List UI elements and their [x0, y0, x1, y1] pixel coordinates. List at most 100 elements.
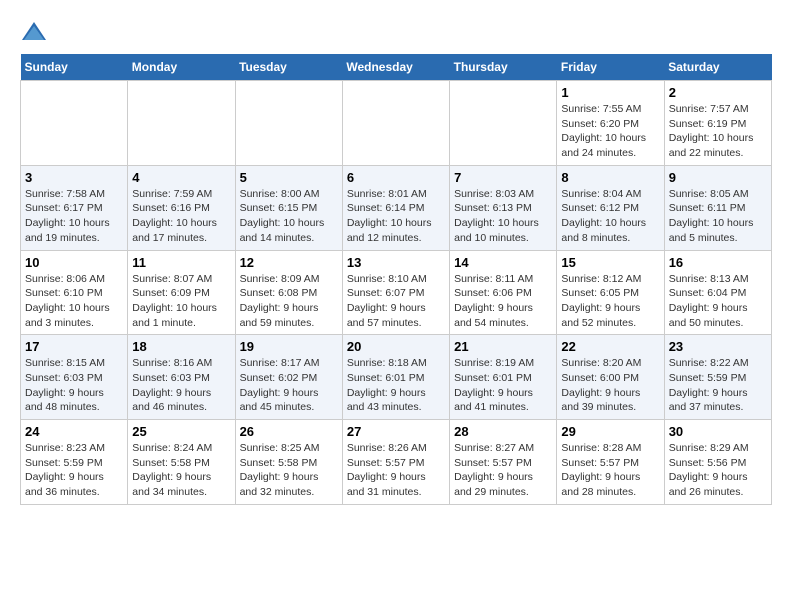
calendar-cell: 17 Sunrise: 8:15 AM Sunset: 6:03 PM Dayli…: [21, 335, 128, 420]
cell-content: Sunrise: 8:29 AM Sunset: 5:56 PM Dayligh…: [669, 441, 767, 500]
calendar-week-row: 17 Sunrise: 8:15 AM Sunset: 6:03 PM Dayli…: [21, 335, 772, 420]
calendar-week-row: 10 Sunrise: 8:06 AM Sunset: 6:10 PM Dayli…: [21, 250, 772, 335]
cell-content: Sunrise: 7:58 AM Sunset: 6:17 PM Dayligh…: [25, 187, 123, 246]
page-header: [20, 20, 772, 44]
cell-content: Sunrise: 8:13 AM Sunset: 6:04 PM Dayligh…: [669, 272, 767, 331]
cell-content: Sunrise: 8:01 AM Sunset: 6:14 PM Dayligh…: [347, 187, 445, 246]
cell-content: Sunrise: 8:04 AM Sunset: 6:12 PM Dayligh…: [561, 187, 659, 246]
calendar-cell: 2 Sunrise: 7:57 AM Sunset: 6:19 PM Daylig…: [664, 81, 771, 166]
day-number: 3: [25, 170, 123, 185]
calendar-cell: 21 Sunrise: 8:19 AM Sunset: 6:01 PM Dayli…: [450, 335, 557, 420]
day-number: 23: [669, 339, 767, 354]
cell-content: Sunrise: 8:19 AM Sunset: 6:01 PM Dayligh…: [454, 356, 552, 415]
cell-content: Sunrise: 8:06 AM Sunset: 6:10 PM Dayligh…: [25, 272, 123, 331]
weekday-header: Monday: [128, 54, 235, 81]
day-number: 18: [132, 339, 230, 354]
cell-content: Sunrise: 8:27 AM Sunset: 5:57 PM Dayligh…: [454, 441, 552, 500]
calendar-cell: 12 Sunrise: 8:09 AM Sunset: 6:08 PM Dayli…: [235, 250, 342, 335]
calendar-cell: 8 Sunrise: 8:04 AM Sunset: 6:12 PM Daylig…: [557, 165, 664, 250]
cell-content: Sunrise: 8:24 AM Sunset: 5:58 PM Dayligh…: [132, 441, 230, 500]
day-number: 16: [669, 255, 767, 270]
day-number: 14: [454, 255, 552, 270]
cell-content: Sunrise: 8:17 AM Sunset: 6:02 PM Dayligh…: [240, 356, 338, 415]
day-number: 8: [561, 170, 659, 185]
logo-icon: [20, 20, 48, 44]
day-number: 6: [347, 170, 445, 185]
day-number: 25: [132, 424, 230, 439]
calendar-cell: 10 Sunrise: 8:06 AM Sunset: 6:10 PM Dayli…: [21, 250, 128, 335]
calendar-cell: [128, 81, 235, 166]
calendar-cell: 6 Sunrise: 8:01 AM Sunset: 6:14 PM Daylig…: [342, 165, 449, 250]
weekday-header: Sunday: [21, 54, 128, 81]
calendar-cell: [21, 81, 128, 166]
cell-content: Sunrise: 8:26 AM Sunset: 5:57 PM Dayligh…: [347, 441, 445, 500]
calendar-cell: 29 Sunrise: 8:28 AM Sunset: 5:57 PM Dayli…: [557, 420, 664, 505]
day-number: 30: [669, 424, 767, 439]
day-number: 5: [240, 170, 338, 185]
calendar-cell: 13Sunrise: 8:10 AM Sunset: 6:07 PM Dayli…: [342, 250, 449, 335]
day-number: 26: [240, 424, 338, 439]
calendar-cell: [235, 81, 342, 166]
calendar-cell: 19 Sunrise: 8:17 AM Sunset: 6:02 PM Dayli…: [235, 335, 342, 420]
weekday-header-row: SundayMondayTuesdayWednesdayThursdayFrid…: [21, 54, 772, 81]
calendar-cell: 24Sunrise: 8:23 AM Sunset: 5:59 PM Dayli…: [21, 420, 128, 505]
day-number: 28: [454, 424, 552, 439]
calendar-cell: 26 Sunrise: 8:25 AM Sunset: 5:58 PM Dayli…: [235, 420, 342, 505]
calendar-cell: 7 Sunrise: 8:03 AM Sunset: 6:13 PM Daylig…: [450, 165, 557, 250]
calendar-cell: 25 Sunrise: 8:24 AM Sunset: 5:58 PM Dayli…: [128, 420, 235, 505]
calendar-week-row: 3 Sunrise: 7:58 AM Sunset: 6:17 PM Daylig…: [21, 165, 772, 250]
cell-content: Sunrise: 8:05 AM Sunset: 6:11 PM Dayligh…: [669, 187, 767, 246]
cell-content: Sunrise: 8:23 AM Sunset: 5:59 PM Dayligh…: [25, 441, 123, 500]
calendar-cell: 27Sunrise: 8:26 AM Sunset: 5:57 PM Dayli…: [342, 420, 449, 505]
weekday-header: Tuesday: [235, 54, 342, 81]
calendar-cell: 22Sunrise: 8:20 AM Sunset: 6:00 PM Dayli…: [557, 335, 664, 420]
calendar-cell: 15 Sunrise: 8:12 AM Sunset: 6:05 PM Dayli…: [557, 250, 664, 335]
cell-content: Sunrise: 8:03 AM Sunset: 6:13 PM Dayligh…: [454, 187, 552, 246]
calendar-cell: 18 Sunrise: 8:16 AM Sunset: 6:03 PM Dayli…: [128, 335, 235, 420]
cell-content: Sunrise: 7:59 AM Sunset: 6:16 PM Dayligh…: [132, 187, 230, 246]
calendar-cell: 14Sunrise: 8:11 AM Sunset: 6:06 PM Dayli…: [450, 250, 557, 335]
day-number: 2: [669, 85, 767, 100]
day-number: 11: [132, 255, 230, 270]
calendar-cell: 3 Sunrise: 7:58 AM Sunset: 6:17 PM Daylig…: [21, 165, 128, 250]
cell-content: Sunrise: 8:00 AM Sunset: 6:15 PM Dayligh…: [240, 187, 338, 246]
calendar-table: SundayMondayTuesdayWednesdayThursdayFrid…: [20, 54, 772, 505]
day-number: 10: [25, 255, 123, 270]
calendar-cell: 20Sunrise: 8:18 AM Sunset: 6:01 PM Dayli…: [342, 335, 449, 420]
calendar-cell: 11 Sunrise: 8:07 AM Sunset: 6:09 PM Dayli…: [128, 250, 235, 335]
weekday-header: Friday: [557, 54, 664, 81]
calendar-cell: [450, 81, 557, 166]
day-number: 29: [561, 424, 659, 439]
day-number: 12: [240, 255, 338, 270]
weekday-header: Wednesday: [342, 54, 449, 81]
calendar-cell: 9 Sunrise: 8:05 AM Sunset: 6:11 PM Daylig…: [664, 165, 771, 250]
calendar-cell: [342, 81, 449, 166]
day-number: 7: [454, 170, 552, 185]
cell-content: Sunrise: 7:57 AM Sunset: 6:19 PM Dayligh…: [669, 102, 767, 161]
cell-content: Sunrise: 8:09 AM Sunset: 6:08 PM Dayligh…: [240, 272, 338, 331]
cell-content: Sunrise: 8:28 AM Sunset: 5:57 PM Dayligh…: [561, 441, 659, 500]
calendar-cell: 5 Sunrise: 8:00 AM Sunset: 6:15 PM Daylig…: [235, 165, 342, 250]
cell-content: Sunrise: 8:07 AM Sunset: 6:09 PM Dayligh…: [132, 272, 230, 331]
day-number: 17: [25, 339, 123, 354]
calendar-cell: 4 Sunrise: 7:59 AM Sunset: 6:16 PM Daylig…: [128, 165, 235, 250]
day-number: 19: [240, 339, 338, 354]
day-number: 21: [454, 339, 552, 354]
weekday-header: Thursday: [450, 54, 557, 81]
cell-content: Sunrise: 8:25 AM Sunset: 5:58 PM Dayligh…: [240, 441, 338, 500]
logo: [20, 20, 52, 44]
cell-content: Sunrise: 8:18 AM Sunset: 6:01 PM Dayligh…: [347, 356, 445, 415]
cell-content: Sunrise: 8:22 AM Sunset: 5:59 PM Dayligh…: [669, 356, 767, 415]
day-number: 4: [132, 170, 230, 185]
cell-content: Sunrise: 8:12 AM Sunset: 6:05 PM Dayligh…: [561, 272, 659, 331]
day-number: 15: [561, 255, 659, 270]
calendar-cell: 28 Sunrise: 8:27 AM Sunset: 5:57 PM Dayli…: [450, 420, 557, 505]
cell-content: Sunrise: 8:15 AM Sunset: 6:03 PM Dayligh…: [25, 356, 123, 415]
cell-content: Sunrise: 8:16 AM Sunset: 6:03 PM Dayligh…: [132, 356, 230, 415]
calendar-cell: 23 Sunrise: 8:22 AM Sunset: 5:59 PM Dayli…: [664, 335, 771, 420]
day-number: 1: [561, 85, 659, 100]
cell-content: Sunrise: 7:55 AM Sunset: 6:20 PM Dayligh…: [561, 102, 659, 161]
day-number: 9: [669, 170, 767, 185]
cell-content: Sunrise: 8:20 AM Sunset: 6:00 PM Dayligh…: [561, 356, 659, 415]
day-number: 13: [347, 255, 445, 270]
